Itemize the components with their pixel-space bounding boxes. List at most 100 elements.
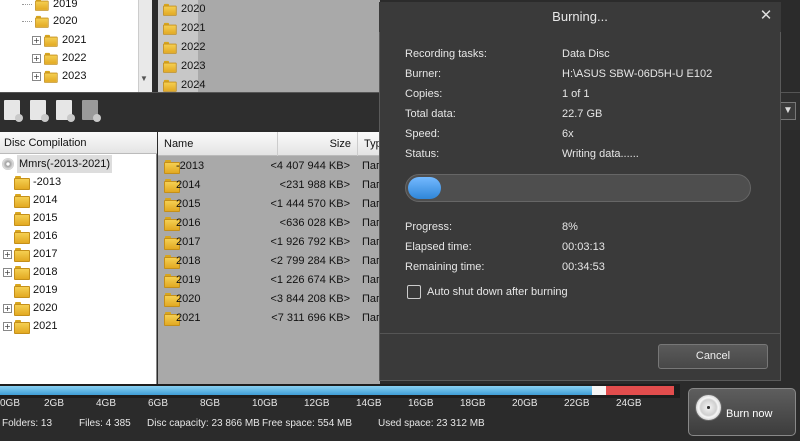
- row-size: <1 926 792 KB>: [270, 236, 350, 248]
- list-item[interactable]: 2020: [162, 0, 205, 18]
- folder-icon: [163, 41, 177, 54]
- list-item[interactable]: 2022: [162, 38, 205, 56]
- tree-item[interactable]: 2020: [22, 12, 77, 30]
- speed-label: Speed:: [405, 128, 440, 140]
- burner-value: H:\ASUS SBW-06D5H-U E102: [562, 68, 713, 80]
- folder-icon: [14, 266, 30, 280]
- capacity-tick-label: 22GB: [564, 398, 590, 409]
- compilation-folder[interactable]: 2015: [14, 209, 57, 227]
- list-item[interactable]: 2021: [162, 19, 205, 37]
- total-data-label: Total data:: [405, 108, 456, 120]
- table-row[interactable]: 2016 <636 028 KB> Пап: [158, 214, 382, 232]
- remove-file-icon[interactable]: [30, 100, 49, 122]
- row-size: <636 028 KB>: [279, 217, 350, 229]
- column-header-name[interactable]: Name: [158, 132, 278, 156]
- column-header-type[interactable]: Typ: [358, 132, 382, 156]
- compilation-root[interactable]: Mmrs(-2013-2021): [2, 155, 113, 173]
- table-row[interactable]: -2013 <4 407 944 KB> Пап: [158, 157, 382, 175]
- capacity-bar-free: [592, 386, 606, 395]
- new-file-icon[interactable]: [4, 100, 23, 122]
- file-table-header: Name Size Typ: [158, 132, 382, 156]
- burner-label: Burner:: [405, 68, 442, 80]
- column-header-size[interactable]: Size: [278, 132, 358, 156]
- tree-item-label: 2023: [62, 70, 87, 82]
- capacity-tick-label: 18GB: [460, 398, 486, 409]
- compilation-folder-label: 2017: [33, 248, 58, 260]
- list-item-label: 2020: [181, 3, 206, 15]
- tree-item[interactable]: + 2023: [32, 67, 86, 85]
- table-row[interactable]: 2021 <7 311 696 KB> Пап: [158, 309, 382, 327]
- auto-shutdown-checkbox[interactable]: [407, 285, 421, 299]
- recording-tasks-label: Recording tasks:: [405, 48, 487, 60]
- used-space: Used space: 23 312 MB: [378, 418, 485, 429]
- compilation-folder[interactable]: -2013: [14, 173, 61, 191]
- table-row[interactable]: 2015 <1 444 570 KB> Пап: [158, 195, 382, 213]
- row-name: 2014: [176, 179, 201, 191]
- expand-icon[interactable]: +: [3, 249, 12, 259]
- elapsed-time-value: 00:03:13: [562, 241, 605, 253]
- capacity-tick-label: 16GB: [408, 398, 434, 409]
- capacity-tick-label: 10GB: [252, 398, 278, 409]
- compilation-folder-label: -2013: [33, 176, 62, 188]
- compilation-folder[interactable]: + 2021: [3, 317, 57, 335]
- dialog-divider: [380, 333, 780, 334]
- compilation-folder[interactable]: 2019: [14, 281, 57, 299]
- expand-icon[interactable]: +: [32, 35, 41, 45]
- compilation-folder[interactable]: + 2018: [3, 263, 57, 281]
- tree-item[interactable]: + 2021: [32, 31, 86, 49]
- row-name: 2016: [176, 217, 201, 229]
- compilation-folder[interactable]: + 2017: [3, 245, 57, 263]
- capacity-bar-overflow: [606, 386, 674, 395]
- compilation-folder[interactable]: + 2020: [3, 299, 57, 317]
- auto-shutdown-label[interactable]: Auto shut down after burning: [427, 286, 568, 298]
- row-name: 2020: [176, 293, 201, 305]
- folder-icon: [14, 320, 30, 334]
- folder-icon: [35, 15, 49, 28]
- compilation-folder[interactable]: 2016: [14, 227, 57, 245]
- disc-icon: [695, 394, 722, 421]
- row-size: <231 988 KB>: [279, 179, 350, 191]
- progress-bar-fill: [408, 177, 441, 199]
- progress-value: 8%: [562, 221, 578, 233]
- capacity-tick-label: 20GB: [512, 398, 538, 409]
- speed-value: 6x: [562, 128, 574, 140]
- capacity-tick-label: 2GB: [44, 398, 65, 409]
- table-row[interactable]: 2014 <231 988 KB> Пап: [158, 176, 382, 194]
- compilation-folder[interactable]: 2014: [14, 191, 57, 209]
- scroll-down-arrow-icon[interactable]: ▼: [140, 74, 148, 83]
- expand-icon[interactable]: +: [3, 303, 12, 313]
- dialog-title: Burning...: [379, 2, 781, 32]
- tree-item-label: 2021: [62, 34, 87, 46]
- progress-bar: [405, 174, 751, 202]
- table-row[interactable]: 2017 <1 926 792 KB> Пап: [158, 233, 382, 251]
- cancel-button[interactable]: Cancel: [658, 344, 768, 369]
- table-row[interactable]: 2020 <3 844 208 KB> Пап: [158, 290, 382, 308]
- chevron-down-icon[interactable]: ▼: [780, 102, 796, 120]
- add-files-icon[interactable]: [56, 100, 75, 122]
- close-icon[interactable]: ✕: [756, 6, 776, 26]
- folder-icon: [14, 284, 30, 298]
- row-size: <1 444 570 KB>: [270, 198, 350, 210]
- expand-icon[interactable]: +: [3, 267, 12, 277]
- capacity-tick-label: 4GB: [96, 398, 117, 409]
- capacity-tick-label: 0GB: [0, 398, 21, 409]
- expand-icon[interactable]: +: [32, 53, 41, 63]
- list-item-label: 2021: [181, 22, 206, 34]
- add-folder-icon[interactable]: [82, 100, 101, 122]
- folder-icon: [163, 3, 177, 16]
- expand-icon[interactable]: +: [3, 321, 12, 331]
- row-name: -2013: [176, 160, 205, 172]
- list-item[interactable]: 2023: [162, 57, 205, 75]
- table-row[interactable]: 2019 <1 226 674 KB> Пап: [158, 271, 382, 289]
- capacity-tick-label: 6GB: [148, 398, 169, 409]
- folder-icon: [14, 230, 30, 244]
- tree-item[interactable]: + 2022: [32, 49, 86, 67]
- folders-count: Folders: 13: [2, 418, 53, 429]
- burn-now-label[interactable]: Burn now: [726, 408, 772, 420]
- table-row[interactable]: 2018 <2 799 284 KB> Пап: [158, 252, 382, 270]
- capacity-tick-label: 24GB: [616, 398, 642, 409]
- status-label: Status:: [405, 148, 440, 160]
- folder-icon: [35, 0, 49, 11]
- expand-icon[interactable]: +: [32, 71, 41, 81]
- capacity-tick-label: 8GB: [200, 398, 221, 409]
